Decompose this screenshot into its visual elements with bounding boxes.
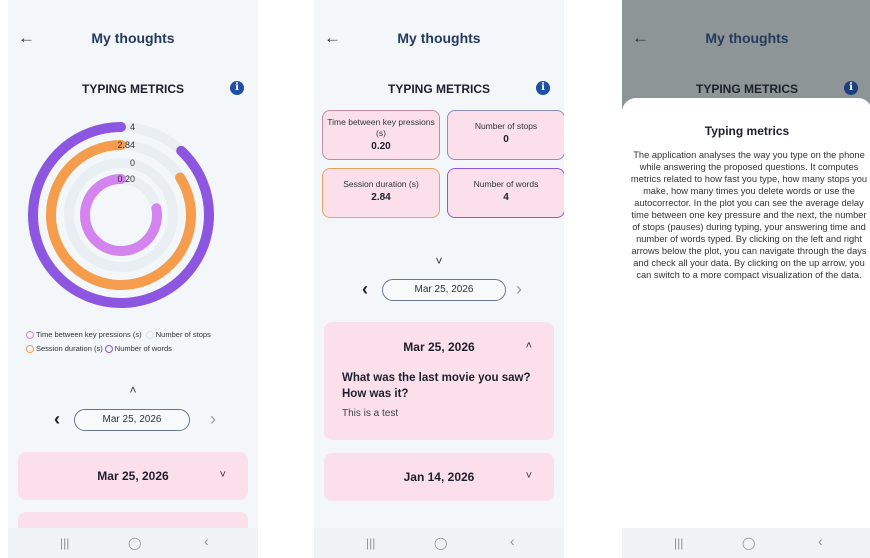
page-title: My thoughts	[397, 30, 481, 46]
metric-value: 4	[503, 192, 509, 203]
metric-value: 2.84	[371, 192, 391, 203]
radial-value-label: 2.84	[117, 140, 135, 150]
info-bottom-sheet[interactable]: Typing metrics The application analyses …	[622, 98, 870, 528]
recents-icon[interactable]: |||	[366, 536, 375, 550]
recents-icon[interactable]: |||	[674, 536, 683, 550]
metric-value: 0	[503, 134, 509, 145]
app-header: ← My thoughts	[314, 22, 564, 58]
info-icon: i	[844, 81, 858, 95]
recents-icon[interactable]: |||	[60, 536, 69, 550]
legend-label: Session duration (s)	[36, 344, 103, 353]
screen-info-dialog: ← My thoughts TYPING METRICS i Typing me…	[622, 0, 870, 558]
app-header: ← My thoughts	[8, 22, 258, 58]
page-title: My thoughts	[705, 30, 789, 46]
date-pill[interactable]: Mar 25, 2026	[74, 409, 190, 431]
system-navbar: ||| ◯ ‹	[314, 528, 564, 558]
metric-card-key-time: Time between key pressions (s) 0.20	[322, 110, 440, 160]
date-navigator: ‹ Mar 25, 2026 ›	[314, 279, 564, 303]
radial-chart: 4 2.84 0 0.20	[28, 122, 214, 308]
entry-answer: This is a test	[342, 408, 399, 419]
entry-date: Mar 25, 2026	[403, 340, 475, 354]
back-nav-icon[interactable]: ‹	[204, 533, 209, 549]
back-nav-icon[interactable]: ‹	[510, 533, 515, 549]
system-navbar: ||| ◯ ‹	[622, 528, 870, 558]
entry-card[interactable]: Mar 25, 2026 ˅	[18, 452, 248, 500]
dialog-title: Typing metrics	[704, 124, 790, 138]
legend-label: Number of words	[114, 344, 172, 353]
app-header: ← My thoughts	[622, 22, 870, 58]
home-icon[interactable]: ◯	[434, 536, 447, 550]
metric-label: Time between key pressions (s)	[327, 117, 435, 138]
page-title: My thoughts	[91, 30, 175, 46]
entry-date: Jan 14, 2026	[403, 470, 475, 484]
screen-radial-chart: ← My thoughts TYPING METRICS i 4 2.84 0 0.2…	[8, 0, 258, 558]
home-icon[interactable]: ◯	[128, 536, 141, 550]
expand-chevron-down-icon[interactable]: ˅	[220, 469, 226, 481]
next-day-chevron-icon[interactable]: ›	[516, 279, 522, 300]
legend-label: Time between key pressions (s)	[36, 330, 142, 339]
metric-label: Session duration (s)	[343, 179, 419, 189]
expand-chevron-down-icon[interactable]: ˅	[526, 470, 532, 482]
metric-card-words: Number of words 4	[447, 168, 564, 218]
chart-legend-row-2: Session duration (s) Number of words	[26, 344, 172, 354]
prev-day-chevron-icon[interactable]: ‹	[54, 409, 60, 430]
radial-value-label: 0.20	[117, 174, 135, 184]
legend-swatch	[104, 345, 113, 354]
info-icon[interactable]: i	[536, 81, 550, 95]
dialog-body: The application analyses the way you typ…	[630, 150, 868, 280]
date-pill[interactable]: Mar 25, 2026	[382, 279, 506, 301]
chart-legend-row-1: Time between key pressions (s) Number of…	[26, 330, 211, 340]
metric-label: Number of stops	[474, 121, 538, 131]
prev-day-chevron-icon[interactable]: ‹	[362, 279, 368, 300]
section-title: TYPING METRICS	[695, 82, 798, 96]
back-nav-icon[interactable]: ‹	[818, 533, 823, 549]
section-title: TYPING METRICS	[387, 82, 490, 96]
metric-label: Number of words	[473, 179, 539, 189]
entry-question: What was the last movie you saw? How was…	[342, 372, 531, 400]
entry-date: Mar 25, 2026	[97, 469, 169, 483]
info-icon[interactable]: i	[230, 81, 244, 95]
radial-value-label: 4	[130, 122, 135, 132]
entry-card[interactable]: Jan 14, 2026 ˅	[324, 453, 554, 501]
screen-compact-metrics: ← My thoughts TYPING METRICS i Time betw…	[314, 0, 564, 558]
collapse-chevron-up-icon[interactable]: ˄	[526, 340, 532, 352]
legend-swatch	[145, 331, 154, 340]
next-day-chevron-icon[interactable]: ›	[210, 409, 216, 430]
collapse-chevron-up-icon[interactable]: ˄	[8, 383, 258, 397]
expand-chevron-down-icon[interactable]: ˅	[314, 254, 564, 268]
metric-card-stops: Number of stops 0	[447, 110, 564, 160]
radial-value-label: 0	[130, 158, 135, 168]
legend-label: Number of stops	[155, 330, 211, 339]
metric-value: 0.20	[371, 141, 391, 152]
home-icon[interactable]: ◯	[742, 536, 755, 550]
dimmed-background: ← My thoughts TYPING METRICS i	[622, 0, 870, 110]
section-title: TYPING METRICS	[81, 82, 184, 96]
system-navbar: ||| ◯ ‹	[8, 528, 258, 558]
entry-card-expanded[interactable]: Mar 25, 2026 ˄ What was the last movie y…	[324, 322, 554, 440]
date-navigator: ‹ Mar 25, 2026 ›	[8, 409, 258, 433]
metric-card-duration: Session duration (s) 2.84	[322, 168, 440, 218]
radial-bar-number-of-words	[28, 122, 214, 308]
legend-swatch	[26, 331, 34, 340]
legend-swatch	[26, 345, 34, 354]
